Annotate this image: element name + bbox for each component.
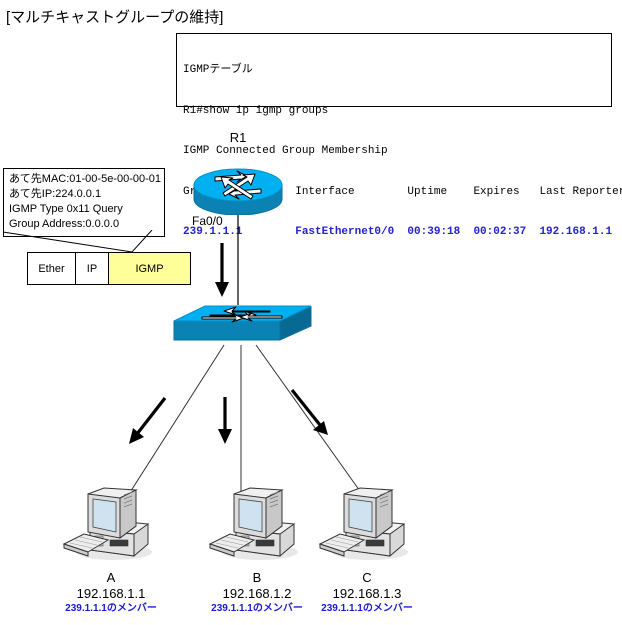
pc-icon-a — [62, 487, 152, 560]
callout-dest-ip: あて先IP:224.0.0.1 — [9, 188, 102, 200]
flow-arrow-to-pc-a — [129, 397, 167, 444]
host-name-a: A — [106, 570, 116, 585]
host-caption-c: C 192.168.1.3 239.1.1.1のメンバー — [302, 570, 432, 615]
host-member-c: 239.1.1.1のメンバー — [321, 603, 413, 614]
router-interface-label: Fa0/0 — [192, 214, 223, 228]
igmp-query-callout: あて先MAC:01-00-5e-00-00-01 あて先IP:224.0.0.1… — [3, 168, 165, 237]
igmp-table-row: 239.1.1.1 FastEthernet0/0 00:39:18 00:02… — [183, 226, 613, 238]
flow-arrow-to-pc-c — [290, 389, 328, 435]
igmp-table-caption: IGMPテーブル — [183, 64, 253, 76]
host-ip-c: 192.168.1.3 — [332, 586, 402, 601]
host-ip-a: 192.168.1.1 — [76, 586, 146, 601]
packet-frame-diagram: Ether IP IGMP — [27, 252, 191, 285]
switch-icon — [173, 305, 312, 341]
frame-cell-igmp: IGMP — [109, 253, 190, 284]
callout-igmp-type: IGMP Type 0x11 Query — [9, 203, 123, 215]
igmp-table-command: R1#show ip igmp groups — [183, 104, 329, 117]
callout-dest-mac: あて先MAC:01-00-5e-00-00-01 — [9, 173, 162, 185]
pc-icon-c — [318, 487, 408, 560]
host-member-a: 239.1.1.1のメンバー — [65, 603, 157, 614]
frame-cell-ip: IP — [76, 253, 109, 284]
link-switch-pc-a — [119, 344, 225, 509]
igmp-table-output: IGMPテーブル R1#show ip igmp groups IGMP Con… — [176, 33, 622, 238]
page-title: [マルチキャストグループの維持] — [6, 9, 224, 26]
router-label: R1 — [229, 130, 247, 145]
link-switch-pc-c — [255, 344, 373, 509]
host-name-c: C — [362, 570, 372, 585]
flow-arrow-to-pc-b — [218, 397, 232, 444]
pc-icon-b — [208, 487, 298, 560]
router-icon — [193, 168, 283, 215]
host-caption-a: A 192.168.1.1 239.1.1.1のメンバー — [46, 570, 176, 615]
frame-cell-ether: Ether — [28, 253, 76, 284]
